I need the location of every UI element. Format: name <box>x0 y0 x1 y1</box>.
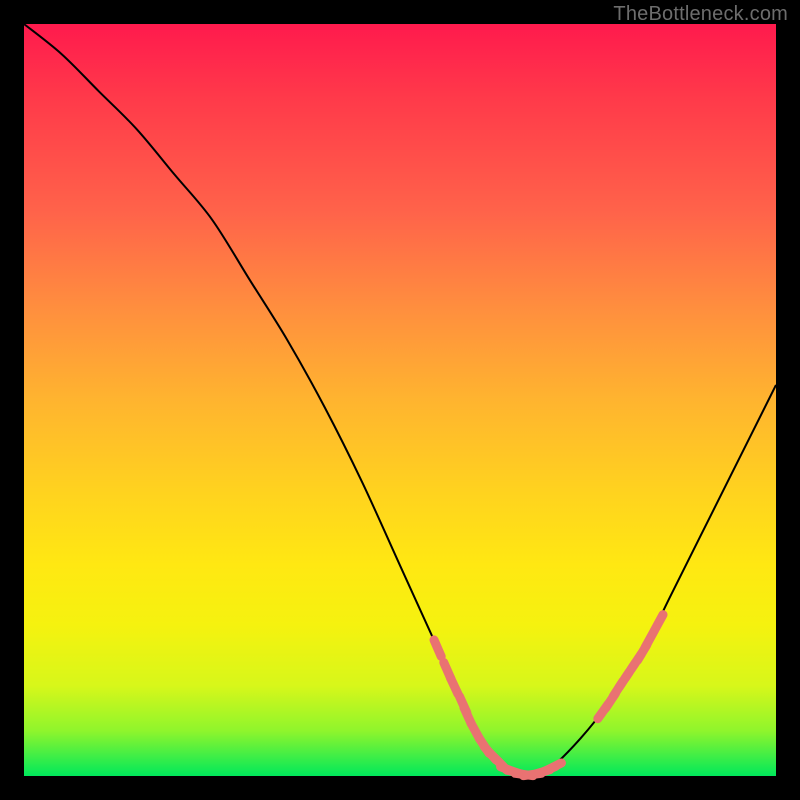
bottleneck-curve <box>24 24 776 777</box>
marker-segment <box>434 640 441 657</box>
marker-cluster-right <box>598 615 663 719</box>
marker-cluster-valley <box>501 763 562 776</box>
plot-area <box>24 24 776 776</box>
marker-cluster-left <box>434 640 507 770</box>
marker-segment <box>545 763 561 771</box>
chart-frame: TheBottleneck.com <box>0 0 800 800</box>
marker-segment <box>450 678 458 694</box>
watermark-text: TheBottleneck.com <box>613 3 788 26</box>
curve-svg <box>24 24 776 776</box>
marker-segment <box>654 615 663 631</box>
